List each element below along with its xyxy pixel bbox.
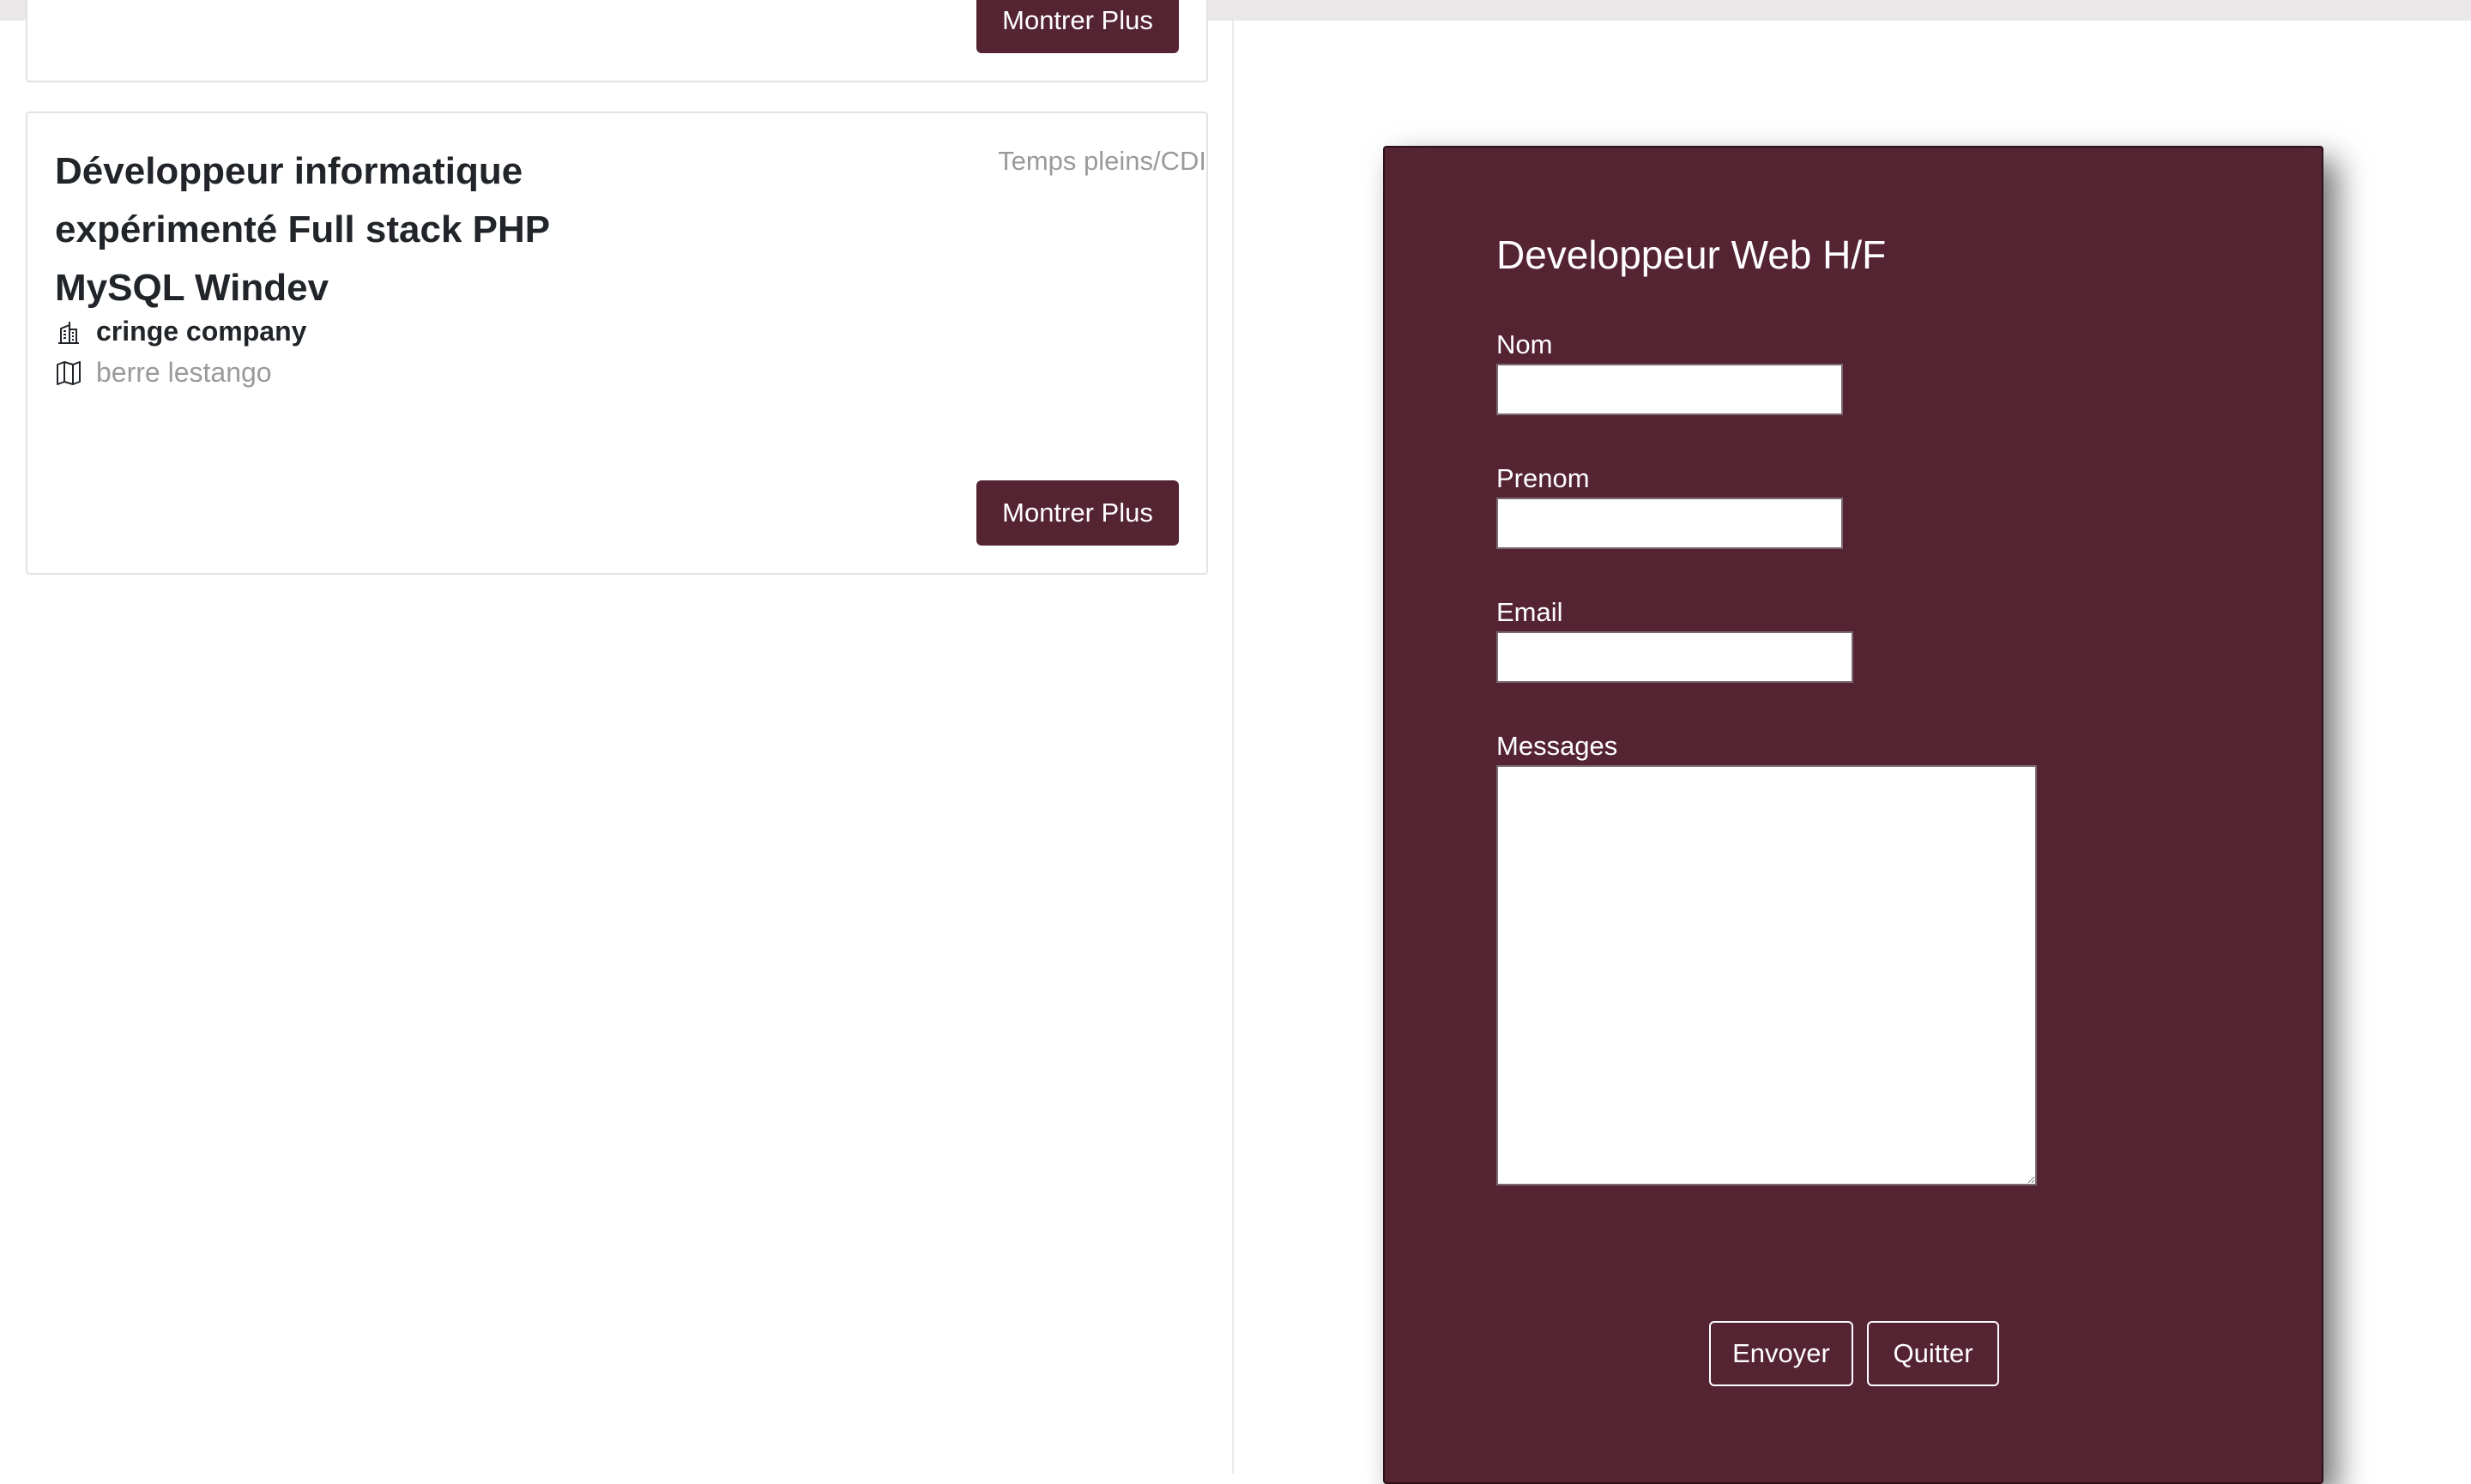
column-divider [1232,21,1234,1474]
application-modal: Developpeur Web H/F Nom Prenom Email Mes… [1383,146,2323,1484]
nom-input[interactable] [1496,364,1843,415]
email-input[interactable] [1496,631,1853,683]
location-name: berre lestango [96,357,272,388]
quit-button[interactable]: Quitter [1867,1321,1999,1386]
messages-label: Messages [1496,731,1618,761]
company-row: cringe company [55,316,306,347]
prenom-label: Prenom [1496,463,1590,493]
map-icon [57,360,81,385]
job-title: Développeur informatique expérimenté Ful… [55,150,550,309]
messages-textarea[interactable] [1496,765,2037,1185]
prenom-input[interactable] [1496,498,1843,549]
job-card-previous: Montrer Plus [26,0,1208,82]
submit-button[interactable]: Envoyer [1709,1321,1853,1386]
job-card: Développeur informatique expérimenté Ful… [26,112,1208,575]
show-more-button-previous[interactable]: Montrer Plus [976,0,1179,53]
show-more-button[interactable]: Montrer Plus [976,480,1179,546]
nom-label: Nom [1496,329,1553,359]
location-row: berre lestango [55,357,272,389]
company-name: cringe company [96,316,307,347]
contract-type: Temps pleins/CDI [998,146,1206,176]
building-icon [58,321,79,344]
modal-title: Developpeur Web H/F [1496,232,1887,277]
email-label: Email [1496,597,1563,627]
